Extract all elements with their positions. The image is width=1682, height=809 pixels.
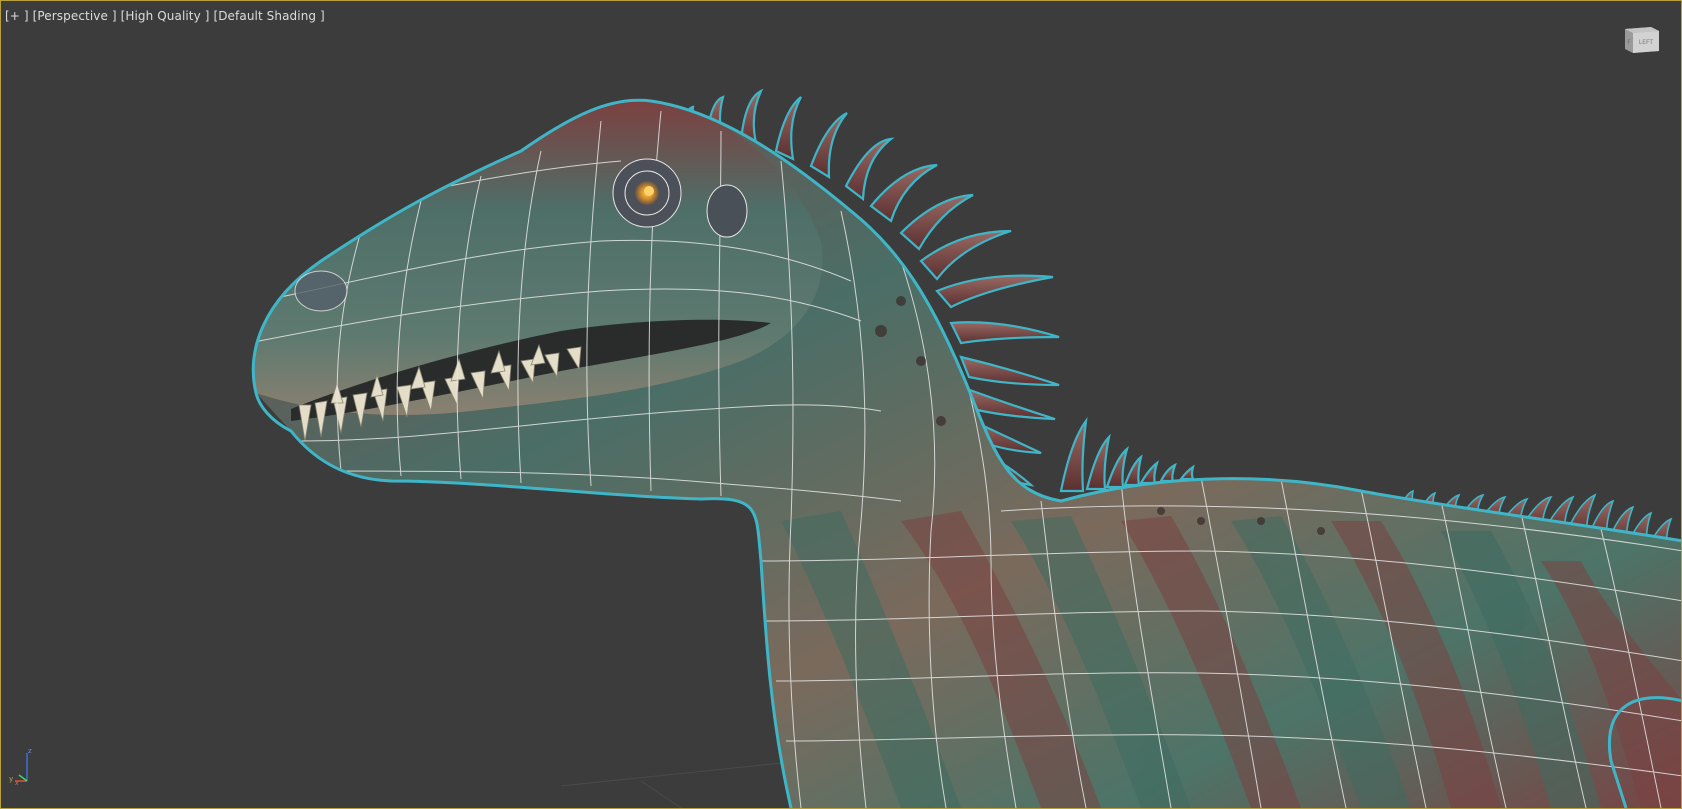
eye-right [612, 158, 682, 228]
perspective-viewport[interactable]: [+ ] [Perspective ] [High Quality ] [Def… [0, 0, 1682, 809]
viewport-point-of-view-menu[interactable]: [Perspective ] [33, 9, 117, 23]
axis-z-label: z [28, 747, 32, 755]
axis-tripod-icon: z y x [9, 747, 32, 785]
viewcube-icon[interactable]: LEFT F [1621, 23, 1661, 55]
viewport-shading-menu[interactable]: [Default Shading ] [213, 9, 324, 23]
viewport-menu-plus[interactable]: [+ ] [5, 9, 29, 23]
viewport-quality-menu[interactable]: [High Quality ] [121, 9, 210, 23]
scene-canvas[interactable] [1, 1, 1681, 808]
axis-y-label: y [9, 775, 13, 783]
viewcube-side-label: F [1627, 39, 1631, 46]
eye-left [706, 184, 748, 238]
viewport-label: [+ ] [Perspective ] [High Quality ] [Def… [5, 9, 325, 23]
ground-grid [560, 760, 802, 808]
axis-x-label: x [15, 780, 19, 785]
nostril [294, 270, 348, 312]
viewcube-face-label: LEFT [1639, 39, 1653, 46]
